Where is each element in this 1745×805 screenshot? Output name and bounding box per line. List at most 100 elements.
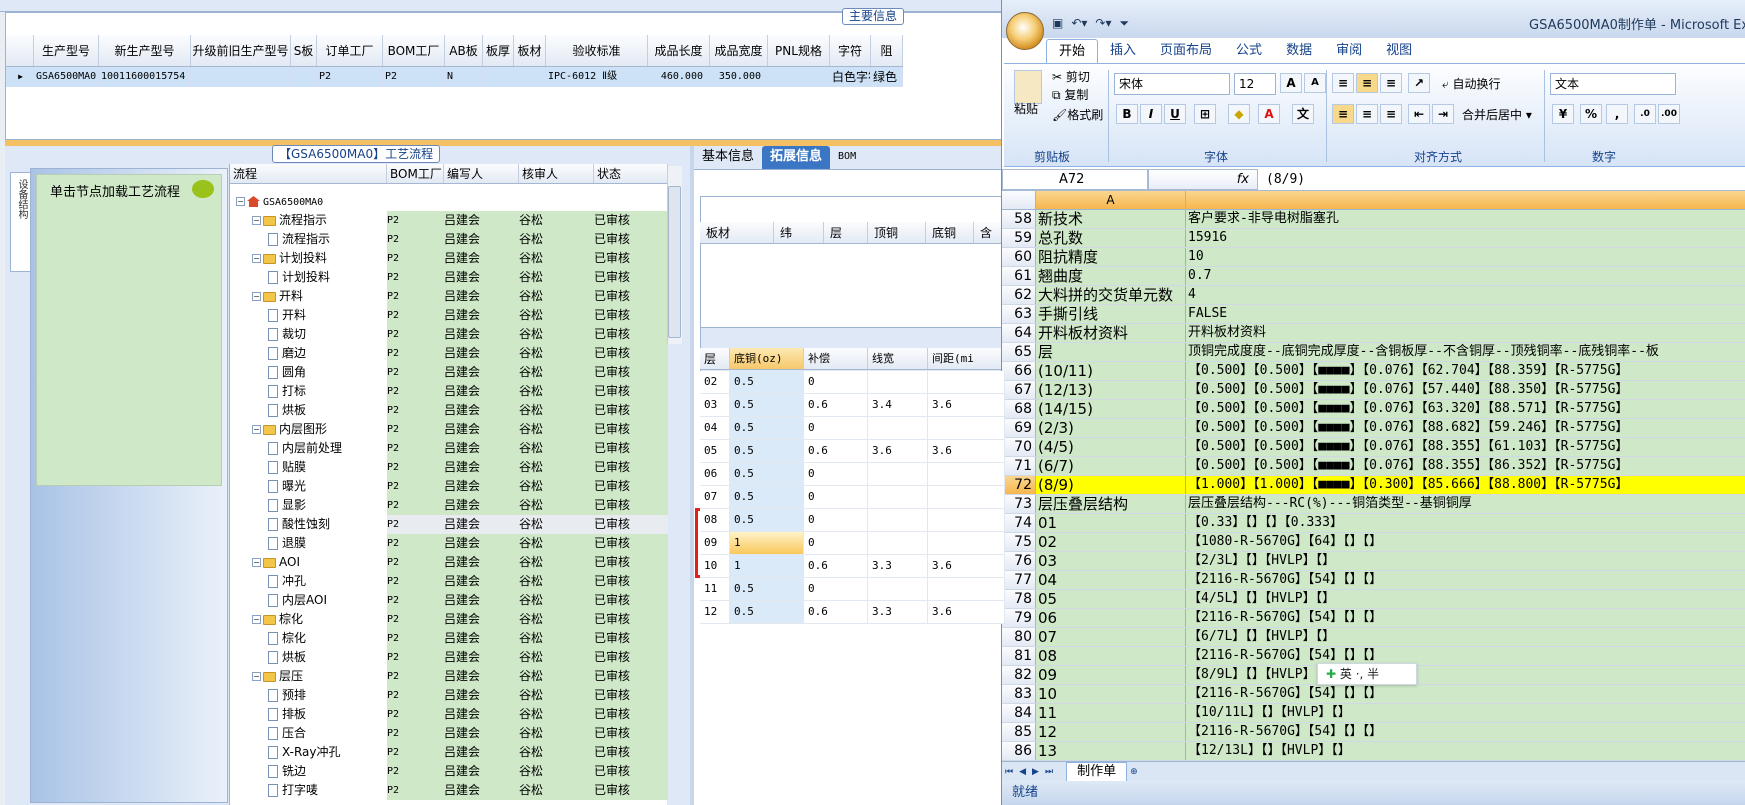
layer-cell[interactable] [928, 532, 1005, 554]
tree-scrollbar-thumb[interactable] [668, 186, 681, 338]
align-left-icon[interactable]: ≡ [1332, 104, 1354, 124]
cell-a[interactable]: 13 [1036, 742, 1186, 760]
tree-row[interactable]: 内层AOI P2 吕建会 谷松 已审核 [230, 591, 668, 610]
cell-a[interactable]: (4/5) [1036, 438, 1186, 456]
italic-icon[interactable]: I [1140, 104, 1162, 124]
row-number[interactable]: 72 [1002, 476, 1036, 494]
tree-row[interactable]: 排板 P2 吕建会 谷松 已审核 [230, 705, 668, 724]
row-number[interactable]: 71 [1002, 457, 1036, 475]
layer-cell[interactable]: 3.6 [868, 440, 928, 462]
layer-cell[interactable] [928, 486, 1005, 508]
underline-icon[interactable]: U [1164, 104, 1186, 124]
font-name-combo[interactable]: 宋体 [1114, 73, 1230, 95]
collapse-toggle-icon[interactable]: − [252, 558, 261, 567]
row-number[interactable]: 61 [1002, 267, 1036, 285]
tree-row[interactable]: 圆角 P2 吕建会 谷松 已审核 [230, 363, 668, 382]
bold-icon[interactable]: B [1116, 104, 1138, 124]
tree-col-header[interactable]: 编写人 [444, 164, 519, 183]
layer-cell[interactable]: 12 [700, 601, 730, 623]
layer-cell[interactable]: 10 [700, 555, 730, 577]
merge-center-button[interactable]: 合并后居中 ▾ [1462, 106, 1532, 123]
tree-node[interactable]: − 流程指示 [230, 211, 387, 230]
main-cell[interactable]: P2 [317, 67, 383, 87]
decrease-indent-icon[interactable]: ⇤ [1408, 104, 1430, 124]
layer-cell[interactable]: 0.6 [804, 555, 868, 577]
cell-b[interactable]: 客户要求-非导电树脂塞孔 [1186, 210, 1745, 228]
cell-a[interactable]: (14/15) [1036, 400, 1186, 418]
main-col-header[interactable]: 阻 [871, 35, 903, 66]
cell-a[interactable]: 09 [1036, 666, 1186, 684]
cell-a[interactable]: 手撕引线 [1036, 305, 1186, 323]
cell-b[interactable]: 开料板材资料 [1186, 324, 1745, 342]
tree-row[interactable]: 预排 P2 吕建会 谷松 已审核 [230, 686, 668, 705]
layer-row[interactable]: 04 0.5 0 [700, 417, 1005, 440]
main-col-header[interactable]: 新生产型号 [99, 35, 191, 66]
phonetic-icon[interactable]: 文 [1292, 104, 1314, 124]
tree-row[interactable]: 铣边 P2 吕建会 谷松 已审核 [230, 762, 668, 781]
cell-a[interactable]: 04 [1036, 571, 1186, 589]
main-cell[interactable]: 460.000 [648, 67, 710, 87]
main-col-header[interactable]: 订单工厂 [317, 35, 383, 66]
cell-b[interactable]: 【1080-R-5670G】【64】【】【】 [1186, 533, 1745, 551]
stack-col-header[interactable]: 底铜 [926, 222, 974, 243]
tree-row[interactable]: − AOI P2 吕建会 谷松 已审核 [230, 553, 668, 572]
tree-node[interactable]: 棕化 [230, 629, 387, 648]
cell-b[interactable]: 【0.500】【0.500】【■■■■】【0.076】【88.355】【61.1… [1186, 438, 1745, 456]
collapse-toggle-icon[interactable]: − [252, 425, 261, 434]
shrink-font-icon[interactable]: A [1304, 73, 1326, 93]
ribbon-tab[interactable]: 视图 [1374, 39, 1424, 63]
column-a-header[interactable]: A [1036, 191, 1186, 209]
main-cell[interactable]: 白色字符 [830, 67, 871, 87]
layer-cell[interactable]: 0.5 [730, 601, 804, 623]
cell-b[interactable]: 【0.33】【】【】【0.333】 [1186, 514, 1745, 532]
tree-node[interactable]: − 棕化 [230, 610, 387, 629]
layer-cell[interactable] [868, 371, 928, 393]
layer-col-header[interactable]: 间距(mi [928, 348, 1005, 369]
comma-icon[interactable]: , [1606, 104, 1628, 124]
layer-cell[interactable]: 0.5 [730, 440, 804, 462]
row-number[interactable]: 66 [1002, 362, 1036, 380]
tree-col-header[interactable]: BOM工厂 [387, 164, 444, 183]
middle-tab[interactable]: BOM [830, 146, 864, 169]
layer-cell[interactable] [868, 486, 928, 508]
layer-row[interactable]: 12 0.5 0.6 3.3 3.6 [700, 601, 1005, 624]
layer-row[interactable]: 08 0.5 0 [700, 509, 1005, 532]
cell-a[interactable]: 10 [1036, 685, 1186, 703]
row-number[interactable]: 59 [1002, 229, 1036, 247]
layer-cell[interactable]: 0.6 [804, 440, 868, 462]
layer-cell[interactable]: 1 [730, 532, 804, 554]
tree-row[interactable]: 冲孔 P2 吕建会 谷松 已审核 [230, 572, 668, 591]
align-top-icon[interactable]: ≡ [1332, 73, 1354, 93]
prev-sheet-icon[interactable]: ◀ [1016, 767, 1029, 777]
main-col-header[interactable]: BOM工厂 [383, 35, 445, 66]
layer-cell[interactable]: 0.6 [804, 394, 868, 416]
main-cell[interactable] [483, 67, 514, 87]
tree-row[interactable]: − 内层图形 P2 吕建会 谷松 已审核 [230, 420, 668, 439]
cell-b[interactable]: 【2116-R-5670G】【54】【】【】 [1186, 609, 1745, 627]
stack-col-header[interactable]: 顶铜 [868, 222, 926, 243]
cell-b[interactable]: 【2116-R-5670G】【54】【】【】 [1186, 685, 1745, 703]
cell-b[interactable]: 15916 [1186, 229, 1745, 247]
tree-node[interactable]: 排板 [230, 705, 387, 724]
layer-cell[interactable] [928, 463, 1005, 485]
main-col-header[interactable]: 成品宽度 [710, 35, 768, 66]
tree-row[interactable]: − 计划投料 P2 吕建会 谷松 已审核 [230, 249, 668, 268]
tree-node[interactable]: 内层AOI [230, 591, 387, 610]
office-button[interactable] [1006, 12, 1044, 50]
cell-a[interactable]: 06 [1036, 609, 1186, 627]
layer-cell[interactable] [868, 509, 928, 531]
undo-icon[interactable]: ↶▾ [1071, 16, 1087, 31]
row-number[interactable]: 75 [1002, 533, 1036, 551]
layer-cell[interactable] [928, 578, 1005, 600]
cell-b[interactable]: 【12/13L】【】【HVLP】【】 [1186, 742, 1745, 760]
tree-node[interactable]: − GSA6500MA0 [230, 192, 387, 211]
currency-icon[interactable]: ¥ [1552, 104, 1574, 124]
layer-cell[interactable]: 0 [804, 463, 868, 485]
layer-row[interactable]: 09 1 0 [700, 532, 1005, 555]
main-cell[interactable] [514, 67, 546, 87]
layer-cell[interactable]: 3.6 [928, 555, 1005, 577]
ribbon-tab[interactable]: 审阅 [1324, 39, 1374, 63]
tree-row[interactable]: − GSA6500MA0 [230, 192, 668, 211]
tree-row[interactable]: 退膜 P2 吕建会 谷松 已审核 [230, 534, 668, 553]
layer-cell[interactable]: 0 [804, 509, 868, 531]
